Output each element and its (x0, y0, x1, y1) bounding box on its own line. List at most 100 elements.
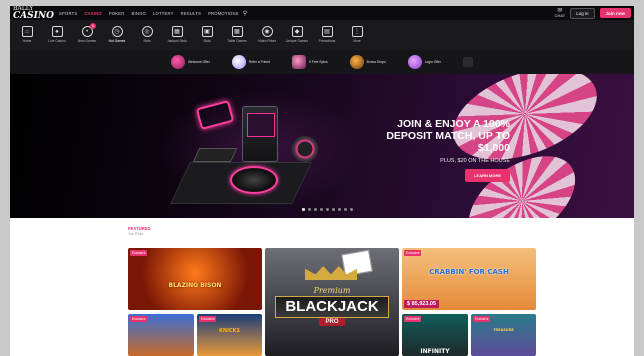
nav-item-poker[interactable]: POKER (109, 11, 125, 16)
carousel-dot[interactable] (344, 208, 347, 211)
game-tile-treasure[interactable]: Exclusive TREASURE (471, 314, 536, 356)
exclusive-badge: Exclusive (404, 250, 422, 256)
carousel-dot[interactable] (332, 208, 335, 211)
roulette-illustration (230, 166, 278, 194)
new-count-badge: 5 (90, 23, 96, 29)
home-icon: ⌂ (21, 26, 33, 37)
logo-big-text: CASINO (13, 11, 54, 21)
game-premium-label: Premium (313, 286, 351, 295)
hero-banner[interactable]: JOIN & ENJOY A 100% DEPOSIT MATCH, UP TO… (10, 74, 634, 218)
category-jackpot-slots[interactable]: ▦ Jackpot Slots (162, 20, 192, 43)
promo-label: Refer a Friend (248, 60, 270, 64)
category-hot-games[interactable]: ◷ Hot Games (102, 20, 132, 52)
gift-icon: ▤ (321, 26, 333, 37)
games-section: FEATURED Top Picks Exclusive BLAZING BIS… (10, 218, 634, 356)
category-live-casino[interactable]: ♠ Live Casino (42, 20, 72, 43)
game-title: BLACKJACK (275, 296, 389, 318)
promo-item[interactable]: Login Offer (407, 55, 441, 69)
promo-label: Welcome Offer (188, 60, 210, 64)
category-label: Hot Games (108, 39, 126, 43)
chat-button[interactable]: ✉ CHAT (555, 8, 566, 18)
exclusive-badge: Exclusive (404, 316, 422, 322)
game-tile-blackjack-pro[interactable]: Premium BLACKJACK PRO (265, 248, 399, 356)
category-new-games[interactable]: • 5 New Games (72, 20, 102, 43)
game-title: KNICKS (218, 328, 241, 334)
hero-subline: PLUS, $20 ON THE HOUSE (440, 158, 510, 164)
carousel-dot[interactable] (338, 208, 341, 211)
carousel-dots (302, 208, 353, 211)
search-icon[interactable]: ⚲ (243, 10, 247, 17)
game-title: BLAZING BISON (168, 282, 222, 289)
carousel-dot[interactable] (308, 208, 311, 211)
game-tile-infinity[interactable]: Exclusive INFINITY (402, 314, 468, 356)
nav-item-promotions[interactable]: PROMOTIONS (208, 11, 239, 16)
category-home[interactable]: ⌂ Home (12, 20, 42, 43)
promo-item[interactable]: 5 Free Spins (291, 55, 328, 69)
carousel-dot[interactable] (326, 208, 329, 211)
promo-thumbnail (349, 55, 364, 69)
slot-screen (247, 113, 275, 137)
exclusive-badge: Exclusive (199, 316, 217, 322)
game-subtitle: PRO (319, 318, 345, 326)
cards-icon: ♠ (51, 26, 63, 37)
category-label: More (353, 39, 361, 43)
category-label: Table Games (227, 39, 247, 43)
category-video-poker[interactable]: ◉ Video Poker (252, 20, 282, 43)
promo-label: 5 Free Spins (308, 60, 328, 64)
category-slots[interactable]: ◎ Slots (132, 20, 162, 43)
join-now-button[interactable]: Join now (599, 8, 631, 18)
category-unique-games[interactable]: ◆ Unique Games (282, 20, 312, 43)
browser-frame: BALLY CASINO SPORTS CASINO POKER BINGO L… (10, 6, 634, 356)
carousel-dot[interactable] (320, 208, 323, 211)
nav-item-lottery[interactable]: LOTTERY (153, 11, 174, 16)
top-nav: SPORTS CASINO POKER BINGO LOTTERY RESULT… (59, 11, 239, 16)
nav-item-results[interactable]: RESULTS (181, 11, 201, 16)
game-tile-crabbin-for-cash[interactable]: Exclusive CRABBIN' FOR CASH $ 85,923.05 (402, 248, 536, 310)
category-table-games[interactable]: ▦ Table Games (222, 20, 252, 43)
learn-more-button[interactable]: LEARN MORE (465, 169, 510, 182)
promo-item[interactable]: Refer a Friend (231, 55, 270, 69)
category-label: Video Poker (258, 39, 276, 43)
carousel-dot[interactable] (350, 208, 353, 211)
exclusive-badge: Exclusive (130, 316, 148, 322)
game-tile-blazing-bison[interactable]: Exclusive BLAZING BISON (128, 248, 262, 310)
coin-icon: ◎ (141, 26, 153, 37)
promo-more-icon[interactable] (462, 57, 473, 67)
category-slots-2[interactable]: ▣ Slots (192, 20, 222, 43)
featured-heading: FEATURED Top Picks (128, 226, 151, 236)
game-tile-knicks[interactable]: Exclusive KNICKS (197, 314, 262, 356)
carousel-dot[interactable] (314, 208, 317, 211)
box-icon: ▣ (201, 26, 213, 37)
slot-machine-illustration (242, 106, 278, 162)
promo-thumbnail (407, 55, 422, 69)
category-label: Slots (203, 39, 211, 43)
category-label: Slots (143, 39, 151, 43)
promo-label: Bonus Drops (366, 60, 386, 64)
nav-item-sports[interactable]: SPORTS (59, 11, 77, 16)
carousel-dot[interactable] (302, 208, 305, 211)
jackpot-amount: $ 85,923.05 (404, 300, 440, 308)
playing-cards-illustration (341, 249, 373, 277)
exclusive-badge: Exclusive (130, 250, 148, 256)
hero-text: JOIN & ENJOY A 100% DEPOSIT MATCH, UP TO… (380, 118, 510, 182)
top-bar: BALLY CASINO SPORTS CASINO POKER BINGO L… (10, 6, 634, 21)
chat-label: CHAT (554, 13, 566, 18)
login-button[interactable]: Log in (570, 7, 595, 19)
nav-item-bingo[interactable]: BINGO (132, 11, 147, 16)
hero-table-illustration (192, 148, 238, 162)
category-label: Home (22, 39, 32, 43)
target-icon: ◉ (261, 26, 273, 37)
category-bar: ⌂ Home ♠ Live Casino • 5 New Games ◷ Hot… (10, 20, 634, 52)
promo-item[interactable]: Bonus Drops (349, 55, 386, 69)
promo-strip: Welcome Offer Refer a Friend 5 Free Spin… (10, 50, 634, 74)
promo-item[interactable]: Welcome Offer (171, 55, 210, 69)
site-logo[interactable]: BALLY CASINO (10, 6, 54, 21)
exclusive-badge: Exclusive (473, 316, 491, 322)
category-promotions[interactable]: ▤ Promotions (312, 20, 342, 43)
grid-icon: ▦ (171, 26, 183, 37)
category-more[interactable]: ⋮ More (342, 20, 372, 43)
game-tile[interactable]: Exclusive (128, 314, 194, 356)
section-title: FEATURED (128, 226, 151, 231)
nav-item-casino[interactable]: CASINO (84, 11, 102, 16)
account-actions: ✉ CHAT Log in Join now (555, 7, 634, 19)
